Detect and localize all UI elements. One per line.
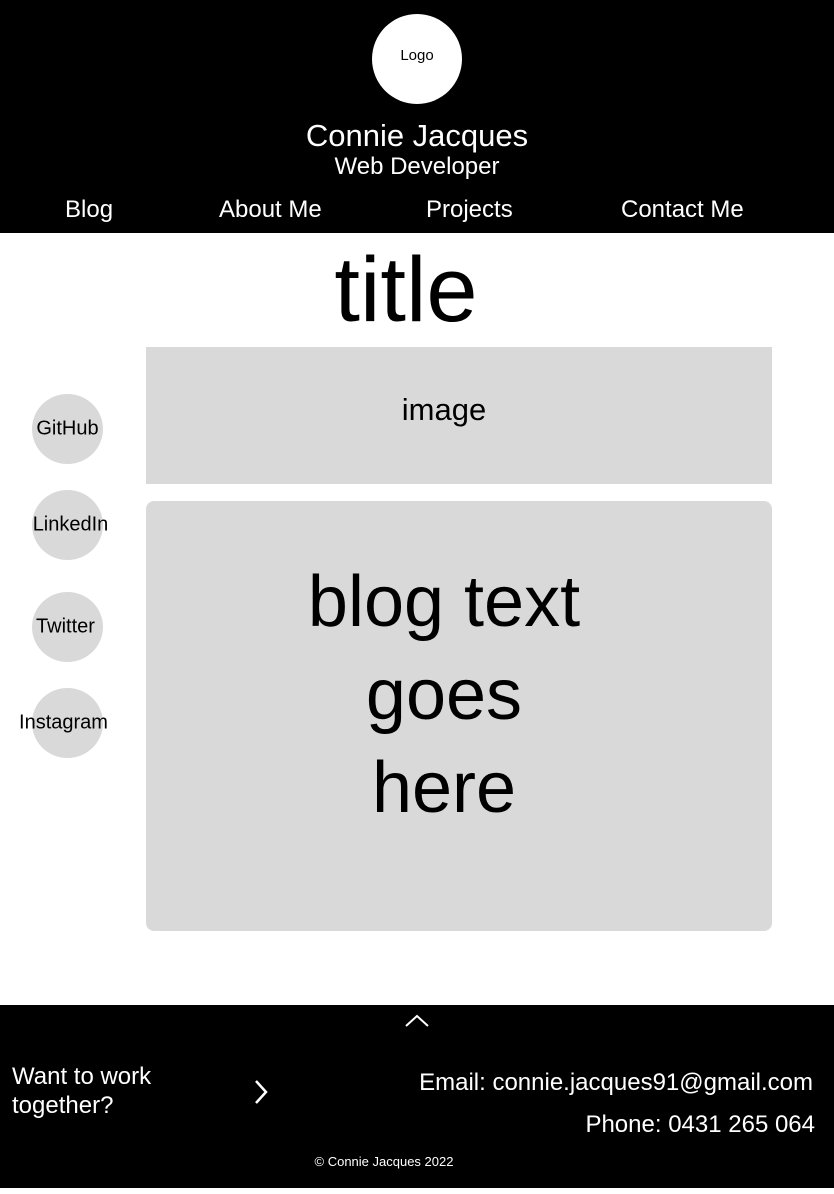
- nav-contact-me[interactable]: Contact Me: [621, 196, 744, 224]
- nav-projects[interactable]: Projects: [426, 196, 513, 224]
- work-together-cta[interactable]: Want to work together?: [12, 1062, 192, 1120]
- chevron-up-icon[interactable]: [405, 1013, 429, 1027]
- site-role: Web Developer: [334, 153, 500, 180]
- nav-about-me[interactable]: About Me: [219, 196, 322, 224]
- nav-blog[interactable]: Blog: [65, 196, 113, 224]
- copyright: © Connie Jacques 2022: [314, 1154, 454, 1169]
- social-label: Instagram: [19, 711, 108, 734]
- social-label: GitHub: [36, 417, 99, 440]
- social-instagram[interactable]: Instagram: [19, 688, 108, 758]
- site-header: Logo Connie Jacques Web Developer Blog A…: [0, 0, 834, 233]
- social-github[interactable]: GitHub: [32, 394, 103, 464]
- page-title: title: [334, 239, 478, 341]
- chevron-right-icon[interactable]: [254, 1079, 268, 1105]
- site-footer: Want to work together? Email: connie.jac…: [0, 1005, 834, 1188]
- blog-text: blog text goes here: [146, 501, 772, 931]
- blog-image: image: [146, 347, 772, 484]
- social-linkedin[interactable]: LinkedIn: [32, 490, 108, 560]
- contact-email[interactable]: Email: connie.jacques91@gmail.com: [419, 1069, 813, 1097]
- logo[interactable]: Logo: [372, 14, 462, 104]
- social-label: LinkedIn: [32, 513, 109, 536]
- social-twitter[interactable]: Twitter: [32, 592, 103, 662]
- contact-phone[interactable]: Phone: 0431 265 064: [585, 1111, 815, 1139]
- site-name: Connie Jacques: [305, 118, 529, 153]
- social-label: Twitter: [36, 615, 95, 638]
- blog-text-content: blog text goes here: [307, 562, 581, 828]
